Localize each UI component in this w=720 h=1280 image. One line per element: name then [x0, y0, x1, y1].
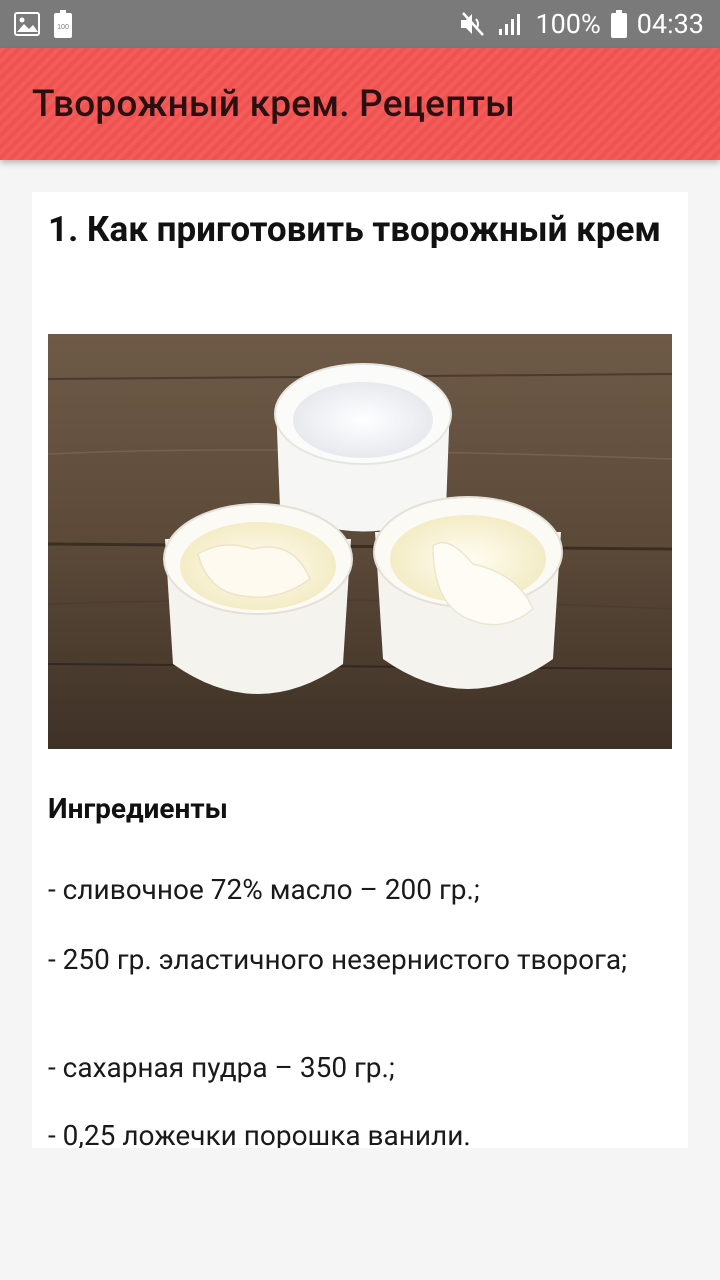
ingredient-item: - 0,25 ложечки порошка ванили. — [48, 1119, 471, 1148]
image-icon — [14, 12, 40, 36]
mute-icon — [459, 11, 487, 37]
ingredient-item: - сливочное 72% масло – 200 гр.; — [48, 873, 480, 906]
ingredient-item: - сахарная пудра – 350 гр.; — [48, 1051, 395, 1084]
battery-percent: 100% — [535, 8, 601, 40]
svg-text:100: 100 — [57, 24, 69, 31]
recipe-photo — [48, 334, 672, 749]
signal-icon — [497, 11, 525, 37]
battery-icon — [610, 10, 627, 38]
recipe-card[interactable]: 1. Как приготовить творожный крем Ингред… — [32, 192, 688, 1148]
battery-saver-icon: 100 — [54, 10, 72, 38]
ingredients-heading: Ингредиенты — [48, 792, 228, 825]
recipe-title: 1. Как приготовить творожный крем — [48, 209, 662, 250]
clock: 04:33 — [636, 8, 704, 40]
app-title: Творожный крем. Рецепты — [32, 82, 516, 126]
app-bar: Творожный крем. Рецепты — [0, 48, 720, 160]
status-bar: 100 100% 04:33 — [0, 0, 720, 48]
bottom-blank-area — [0, 1148, 720, 1280]
ingredient-item: - 250 гр. эластичного незернистого творо… — [48, 943, 628, 976]
